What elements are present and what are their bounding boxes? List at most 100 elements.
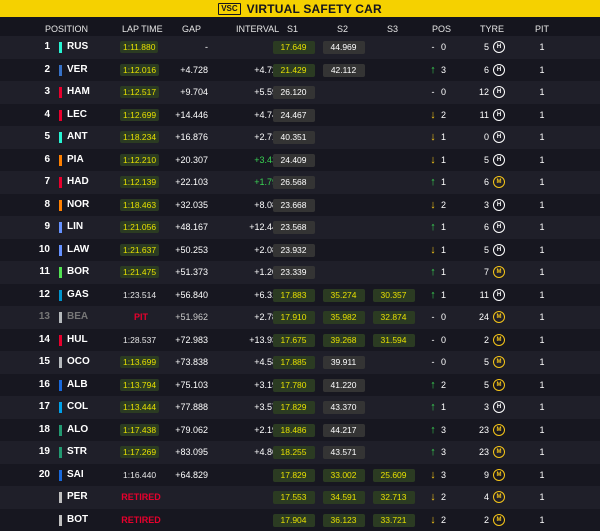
medium-tyre-icon: M <box>493 468 505 481</box>
sector-s1: 17.553 <box>272 491 315 504</box>
table-row[interactable]: 8 NOR 1:18.463 +32.035 +8.085 23.668 ↓ 2 3 H 1 <box>0 193 600 217</box>
header-s2[interactable]: S2 <box>337 24 348 34</box>
driver-code[interactable]: HAD <box>67 171 89 194</box>
gap-value: +72.983 <box>175 334 208 345</box>
position-change: 0 <box>441 334 447 345</box>
sector-s2-cell: 34.591 <box>320 486 367 509</box>
gap-value: +16.876 <box>175 132 208 142</box>
header-tyre[interactable]: TYRE <box>480 24 504 34</box>
header-pit[interactable]: PIT <box>535 24 549 34</box>
driver-code[interactable]: OCO <box>67 351 90 374</box>
table-row[interactable]: 19 STR 1:17.269 +83.095 +4.866 18.255 43.571 ↑ 3… <box>0 441 600 464</box>
driver-code[interactable]: LIN <box>67 216 83 239</box>
table-row[interactable]: 13 BEA PIT +51.962 +2.784 17.910 35.982 32.874-… <box>0 306 600 329</box>
gap-value: +14.446 <box>175 109 208 120</box>
hard-tyre-icon: H <box>493 86 505 98</box>
driver-code[interactable]: ANT <box>67 126 88 149</box>
table-row[interactable]: 12 GAS 1:23.514 +56.840 +6.316 17.883 35.274 30… <box>0 283 600 307</box>
table-row[interactable]: 7 HAD 1:12.139 +22.103 +1.796 26.568 ↑ 1 6 M 1 <box>0 171 600 194</box>
driver-code[interactable]: VER <box>67 59 88 82</box>
lap-time: 1:21.056 <box>120 221 160 233</box>
driver-code[interactable]: COL <box>67 396 88 419</box>
pit-count: 1 <box>539 267 545 277</box>
table-row[interactable]: 11 BOR 1:21.475 +51.373 +1.203 23.339 ↑ 1 7 M 1 <box>0 261 600 284</box>
gap-value: +75.103 <box>175 379 208 390</box>
table-row[interactable]: 1RUS1:11.880--17.64944.969-05H1 <box>0 36 600 59</box>
pit-count: 1 <box>539 109 545 120</box>
table-row[interactable]: 6 PIA 1:12.210 +20.307 +3.431 24.409 ↓ 1 5 H 1 <box>0 148 600 172</box>
lap-time-cell: 1:12.016 <box>120 59 160 82</box>
lap-time-cell: RETIRED <box>120 486 162 509</box>
pit-count: 1 <box>539 177 545 187</box>
sector-s1: 21.429 <box>272 63 315 77</box>
driver-code[interactable]: BEA <box>67 306 88 329</box>
row-position: 20 <box>38 468 50 480</box>
driver-code[interactable]: HUL <box>67 329 88 352</box>
sector-s3-cell: 31.594 <box>370 329 417 352</box>
sector-s3-cell <box>370 419 417 442</box>
header-s1[interactable]: S1 <box>287 24 298 34</box>
team-color-bar <box>59 357 62 368</box>
team-color-bar <box>59 492 62 503</box>
driver-code[interactable]: BOR <box>67 261 89 284</box>
pit-count: 1 <box>539 87 545 97</box>
driver-code[interactable]: HAM <box>67 81 90 104</box>
lap-time-cell: 1:13.794 <box>120 374 160 397</box>
table-row[interactable]: 2 VER 1:12.016 +4.728 +4.728 21.429 42.112 ↑ 3 6 H… <box>0 58 600 82</box>
driver-code[interactable]: PER <box>67 486 88 509</box>
lap-time: 1:18.234 <box>120 131 160 143</box>
header-interval[interactable]: INTERVAL <box>236 24 279 34</box>
driver-code[interactable]: LAW <box>67 239 89 262</box>
table-row[interactable]: 15 OCO 1:13.699 +73.838 +4.585 17.885 39.911-0… <box>0 351 600 374</box>
driver-code[interactable]: ALO <box>67 419 88 442</box>
header-s3[interactable]: S3 <box>387 24 398 34</box>
sector-s1-cell: 17.829 <box>270 464 317 487</box>
arrow-up-icon: ↑ <box>430 288 436 301</box>
lap-time: 1:12.210 <box>120 153 160 166</box>
sector-s2-cell: 44.969 <box>320 36 367 59</box>
lap-time: 1:28.537 <box>123 334 157 345</box>
table-row[interactable]: BOT RETIRED 17.904 36.123 33.721 ↓ 2 2 M 1 <box>0 508 600 531</box>
position-change: 1 <box>441 154 447 165</box>
position-change: 1 <box>441 244 447 255</box>
sector-s2-cell: 36.123 <box>320 509 367 531</box>
driver-code[interactable]: ALB <box>67 374 88 397</box>
sector-s2-cell <box>320 149 367 172</box>
table-row[interactable]: PER RETIRED 17.553 34.591 32.713 ↓ 2 4 M 1 <box>0 486 600 509</box>
sector-s1: 23.932 <box>272 243 315 257</box>
lap-time-cell: 1:23.514 <box>120 284 160 307</box>
hard-tyre-icon: H <box>493 243 505 256</box>
driver-code[interactable]: NOR <box>67 194 89 217</box>
header-position[interactable]: POSITION <box>45 24 88 34</box>
table-row[interactable]: 10 LAW 1:21.637 +50.253 +2.086 23.932 ↓ 1 5 H 1 <box>0 238 600 262</box>
sector-s1-cell: 17.904 <box>270 509 317 531</box>
sector-s1: 26.568 <box>272 176 315 189</box>
header-pos[interactable]: POS <box>432 24 451 34</box>
tyre-laps: 3 <box>483 402 489 412</box>
arrow-up-icon: ↑ <box>430 378 436 391</box>
sector-s2-cell: 39.268 <box>320 329 367 352</box>
table-row[interactable]: 4 LEC 1:12.699 +14.446 +4.742 24.467 ↓ 2 11 H 1 <box>0 103 600 127</box>
lap-time: 1:21.637 <box>120 243 160 256</box>
driver-code[interactable]: GAS <box>67 284 89 307</box>
driver-code[interactable]: SAI <box>67 464 84 487</box>
driver-code[interactable]: PIA <box>67 149 84 172</box>
table-row[interactable]: 18 ALO 1:17.438 +79.062 +2.192 18.486 44.217 ↑ 3… <box>0 418 600 442</box>
table-row[interactable]: 20 SAI 1:16.440 +64.829 17.829 33.002 25.609 ↓ 3… <box>0 463 600 487</box>
lap-time-cell: 1:28.537 <box>120 329 160 352</box>
table-row[interactable]: 5 ANT 1:18.234 +16.876 +2.715 40.351 ↓ 1 0 H 1 <box>0 126 600 149</box>
table-row[interactable]: 17 COL 1:13.444 +77.888 +3.577 17.829 43.370 ↑ 1… <box>0 396 600 419</box>
table-row[interactable]: 16 ALB 1:13.794 +75.103 +3.191 17.780 41.220 ↑ 2… <box>0 373 600 397</box>
header-gap[interactable]: GAP <box>182 24 201 34</box>
header-lap-time[interactable]: LAP TIME <box>122 24 163 34</box>
driver-code[interactable]: STR <box>67 441 87 464</box>
driver-code[interactable]: RUS <box>67 36 88 59</box>
table-row[interactable]: 14 HUL 1:28.537 +72.983 +13.933 17.675 39.268 3… <box>0 328 600 352</box>
dash-icon: - <box>431 312 435 322</box>
lap-time: 1:11.880 <box>120 41 159 53</box>
driver-code[interactable]: LEC <box>67 104 87 127</box>
table-row[interactable]: 3 HAM 1:12.517 +9.704 +5.596 26.120-0 12 H 1 <box>0 81 600 104</box>
table-row[interactable]: 9 LIN 1:21.056 +48.167 +12.443 23.568 ↑ 1 6 H 1 <box>0 216 600 239</box>
driver-code[interactable]: BOT <box>67 509 88 531</box>
banner-title: VIRTUAL SAFETY CAR <box>246 1 382 16</box>
